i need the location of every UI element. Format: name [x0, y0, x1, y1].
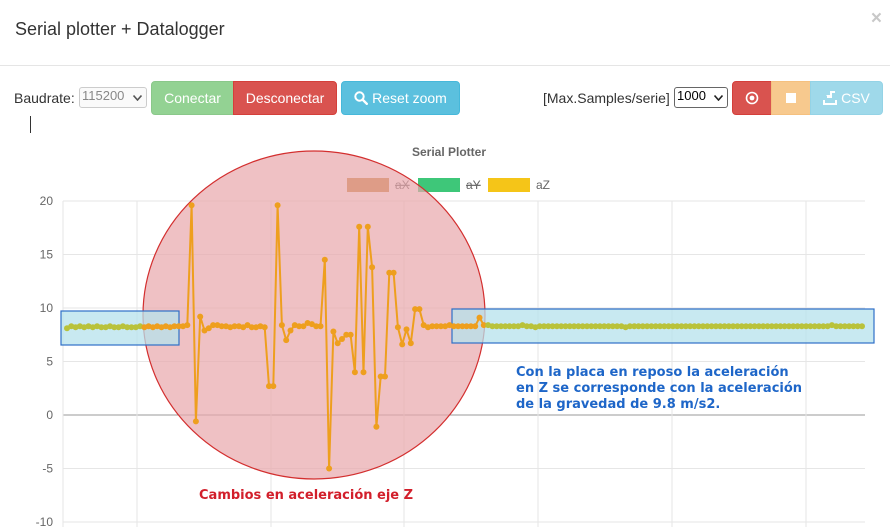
data-point — [188, 202, 195, 209]
csv-label: CSV — [841, 90, 870, 106]
data-point — [184, 322, 191, 329]
data-point — [287, 327, 294, 334]
legend-label: aY — [466, 178, 481, 192]
data-point — [270, 383, 277, 390]
data-point — [192, 418, 199, 425]
data-point — [347, 331, 354, 338]
chevron-down-icon — [133, 95, 142, 101]
data-point — [317, 323, 324, 330]
data-point — [339, 336, 345, 342]
data-point — [261, 324, 268, 331]
serial-plotter-chart[interactable]: 20151050-5-10 Serial Plotter aXaYaZ Camb… — [0, 135, 890, 529]
legend-swatch — [488, 178, 530, 192]
chevron-down-icon — [714, 95, 723, 101]
annotation-rest-line: de la gravedad de 9.8 m/s2. — [516, 397, 720, 412]
data-point — [356, 223, 363, 230]
max-samples-value: 1000 — [677, 88, 706, 103]
reset-zoom-label: Reset zoom — [372, 90, 447, 106]
stop-icon — [786, 93, 796, 103]
data-point — [334, 340, 341, 347]
chart-svg[interactable]: 20151050-5-10 Serial Plotter aXaYaZ Camb… — [0, 135, 890, 529]
annotation-z-changes: Cambios en aceleración eje Z — [199, 488, 413, 503]
max-samples-label: [Max.Samples/serie] — [543, 90, 670, 106]
download-icon — [823, 91, 838, 105]
data-point — [373, 423, 380, 430]
data-point — [416, 306, 423, 313]
baudrate-value: 115200 — [82, 88, 125, 103]
data-point — [197, 313, 204, 320]
record-button[interactable] — [732, 81, 772, 115]
data-point — [403, 326, 410, 333]
data-point — [283, 337, 290, 344]
legend-label: aZ — [536, 178, 550, 192]
y-tick-label: 0 — [46, 408, 53, 422]
data-point — [274, 202, 281, 209]
close-button[interactable]: × — [871, 8, 882, 30]
connect-button[interactable]: Conectar — [151, 81, 234, 115]
data-point — [360, 369, 367, 376]
data-point — [407, 340, 414, 347]
search-icon — [354, 91, 369, 105]
csv-button[interactable]: CSV — [810, 81, 883, 115]
baudrate-label: Baudrate: — [14, 90, 75, 106]
data-point — [390, 269, 397, 276]
data-point — [330, 328, 337, 335]
legend-item-aZ[interactable]: aZ — [488, 178, 550, 192]
data-point — [476, 314, 483, 321]
data-point — [278, 322, 285, 329]
toolbar: Baudrate: 115200 Conectar Desconectar Re… — [0, 81, 890, 115]
legend-item-aY[interactable]: aY — [418, 178, 481, 192]
data-point — [472, 323, 479, 330]
page-title: Serial plotter + Datalogger — [15, 19, 225, 39]
baudrate-select[interactable]: 115200 — [79, 87, 147, 108]
data-point — [859, 323, 865, 330]
text-cursor — [30, 116, 31, 133]
data-point — [394, 324, 401, 331]
data-point — [382, 373, 388, 380]
data-point — [321, 256, 328, 263]
record-icon — [745, 91, 759, 105]
reset-zoom-button[interactable]: Reset zoom — [341, 81, 460, 115]
max-samples-select[interactable]: 1000 — [674, 87, 728, 108]
data-point — [351, 369, 358, 376]
y-tick-label: 10 — [40, 301, 54, 315]
data-point — [399, 341, 406, 348]
data-point — [326, 465, 333, 472]
y-tick-label: 15 — [40, 248, 54, 262]
annotation-rest-line: Con la placa en reposo la aceleración — [516, 365, 789, 380]
chart-title: Serial Plotter — [412, 145, 486, 159]
y-tick-label: -10 — [36, 515, 54, 527]
y-tick-label: 20 — [40, 194, 54, 208]
data-point — [369, 264, 376, 271]
data-point — [364, 223, 371, 230]
y-tick-label: 5 — [46, 355, 53, 369]
annotation-rest-line: en Z se corresponde con la aceleración — [516, 381, 802, 396]
modal-header: Serial plotter + Datalogger × — [0, 0, 890, 66]
disconnect-button[interactable]: Desconectar — [233, 81, 337, 115]
stop-button[interactable] — [771, 81, 811, 115]
y-tick-label: -5 — [42, 462, 53, 476]
